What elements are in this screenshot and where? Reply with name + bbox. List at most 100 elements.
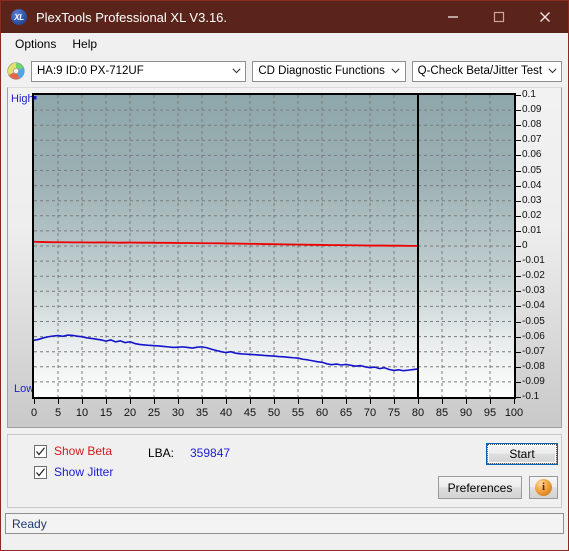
show-beta-checkbox[interactable] bbox=[34, 444, 47, 458]
title-bar: XL PlexTools Professional XL V3.16. bbox=[1, 1, 568, 33]
y-tick-mark bbox=[516, 261, 521, 263]
y-tick-label: -0.04 bbox=[522, 300, 545, 312]
preferences-button[interactable]: Preferences bbox=[438, 476, 522, 499]
x-tick-mark bbox=[514, 399, 515, 404]
x-tick-mark bbox=[250, 399, 251, 404]
y-tick-mark bbox=[516, 140, 521, 142]
y-tick-label: 0.03 bbox=[522, 194, 542, 206]
show-jitter-label: Show Jitter bbox=[54, 465, 114, 479]
minimize-icon[interactable] bbox=[430, 1, 476, 33]
y-tick-label: 0.09 bbox=[522, 104, 542, 116]
test-select[interactable]: Q-Check Beta/Jitter Test bbox=[411, 60, 562, 82]
y-tick-mark bbox=[516, 381, 521, 383]
y-tick-label: 0.02 bbox=[522, 209, 542, 221]
function-select-value: CD Diagnostic Functions bbox=[258, 65, 385, 77]
menu-item-options[interactable]: Options bbox=[7, 35, 64, 53]
y-tick-mark bbox=[516, 306, 521, 308]
y-tick-label: -0.09 bbox=[522, 375, 545, 387]
y-tick-label: -0.07 bbox=[522, 345, 545, 357]
y-tick-mark bbox=[516, 110, 521, 112]
y-tick-label: 0.04 bbox=[522, 179, 542, 191]
y-tick-label: 0 bbox=[522, 240, 528, 251]
x-tick-mark bbox=[346, 399, 347, 404]
drive-select[interactable]: HA:9 ID:0 PX-712UF bbox=[31, 60, 247, 82]
show-beta-row[interactable]: Show Beta bbox=[34, 444, 112, 458]
plot-svg bbox=[34, 95, 514, 397]
x-tick-mark bbox=[322, 399, 323, 404]
y-tick-mark bbox=[516, 230, 521, 232]
status-bar: Ready bbox=[5, 513, 564, 534]
y-tick-mark bbox=[516, 246, 521, 247]
window-title: PlexTools Professional XL V3.16. bbox=[36, 9, 228, 25]
y-tick-mark bbox=[516, 170, 521, 172]
plot-area bbox=[32, 93, 516, 399]
y-tick-label: -0.05 bbox=[522, 315, 545, 327]
lba-label: LBA: bbox=[148, 446, 175, 460]
y-tick-label: 0.06 bbox=[522, 149, 542, 161]
start-button[interactable]: Start bbox=[486, 443, 558, 465]
y-tick-mark bbox=[516, 215, 521, 217]
lba-value: 359847 bbox=[190, 446, 231, 460]
y-tick-mark bbox=[516, 155, 521, 157]
menu-item-help[interactable]: Help bbox=[64, 35, 105, 53]
controls-panel: Show Beta Show Jitter LBA: 359847 Start … bbox=[7, 434, 562, 508]
y-tick-label: -0.03 bbox=[522, 285, 545, 297]
chevron-down-icon bbox=[387, 68, 405, 74]
start-button-label: Start bbox=[487, 444, 557, 464]
y-tick-mark bbox=[516, 397, 521, 398]
cd-disc-icon bbox=[7, 62, 25, 80]
show-jitter-checkbox[interactable] bbox=[34, 465, 47, 479]
x-tick-mark bbox=[154, 399, 155, 404]
y-tick-label: 0.07 bbox=[522, 134, 542, 146]
y-tick-mark bbox=[516, 366, 521, 368]
y-tick-mark bbox=[516, 276, 521, 278]
chevron-down-icon bbox=[543, 68, 561, 74]
y-tick-mark bbox=[516, 291, 521, 293]
show-jitter-row[interactable]: Show Jitter bbox=[34, 465, 113, 479]
close-icon[interactable] bbox=[522, 1, 568, 33]
y-tick-label: 0.1 bbox=[522, 89, 536, 100]
drive-select-value: HA:9 ID:0 PX-712UF bbox=[37, 65, 144, 77]
x-tick-mark bbox=[274, 399, 275, 404]
x-tick-mark bbox=[130, 399, 131, 404]
function-select[interactable]: CD Diagnostic Functions bbox=[252, 60, 406, 82]
y-tick-mark bbox=[516, 336, 521, 338]
axis-label-high: High bbox=[11, 93, 34, 105]
window-controls bbox=[430, 1, 568, 33]
y-tick-label: -0.06 bbox=[522, 330, 545, 342]
x-tick-mark bbox=[490, 399, 491, 404]
x-tick-mark bbox=[34, 399, 35, 404]
x-tick-mark bbox=[58, 399, 59, 404]
x-tick-mark bbox=[178, 399, 179, 404]
y-tick-label: -0.01 bbox=[522, 255, 545, 267]
toolbar: HA:9 ID:0 PX-712UF CD Diagnostic Functio… bbox=[1, 55, 568, 87]
maximize-icon[interactable] bbox=[476, 1, 522, 33]
y-tick-label: -0.08 bbox=[522, 360, 545, 372]
x-tick-label: 100 bbox=[504, 407, 524, 419]
y-tick-mark bbox=[516, 185, 521, 187]
xl-app-icon: XL bbox=[11, 9, 27, 25]
y-tick-label: -0.02 bbox=[522, 270, 545, 282]
x-tick-mark bbox=[466, 399, 467, 404]
x-tick-mark bbox=[370, 399, 371, 404]
y-tick-mark bbox=[516, 321, 521, 323]
menu-bar: Options Help bbox=[1, 33, 568, 55]
x-tick-mark bbox=[106, 399, 107, 404]
x-tick-mark bbox=[82, 399, 83, 404]
x-tick-mark bbox=[202, 399, 203, 404]
info-button[interactable]: i bbox=[529, 476, 558, 499]
x-tick-mark bbox=[442, 399, 443, 404]
y-tick-mark bbox=[516, 351, 521, 353]
chart-panel: High Low 0.1 0.09 0.08 0.07 0.06 0.05 0.04 0.03… bbox=[7, 87, 562, 428]
y-tick-mark bbox=[516, 125, 521, 127]
y-tick-mark bbox=[516, 200, 521, 202]
info-icon: i bbox=[535, 479, 552, 496]
y-tick-mark bbox=[516, 95, 521, 96]
y-tick-label: -0.1 bbox=[522, 391, 540, 402]
x-tick-mark bbox=[226, 399, 227, 404]
y-tick-label: 0.08 bbox=[522, 119, 542, 131]
y-tick-label: 0.05 bbox=[522, 164, 542, 176]
preferences-button-label: Preferences bbox=[447, 480, 513, 495]
test-select-value: Q-Check Beta/Jitter Test bbox=[417, 65, 543, 77]
show-beta-label: Show Beta bbox=[54, 444, 113, 458]
